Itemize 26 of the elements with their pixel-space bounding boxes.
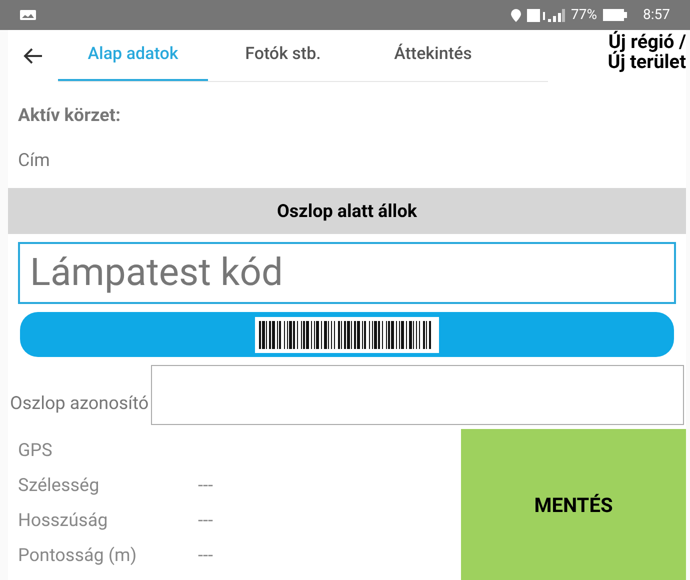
battery-icon: [603, 9, 627, 21]
gps-heading: GPS: [18, 439, 54, 463]
active-district-label: Aktív körzet:: [18, 104, 122, 128]
pole-id-label: Oszlop azonosító: [9, 392, 149, 416]
location-icon: [511, 8, 521, 22]
gps-label: Pontosság (m): [18, 544, 138, 568]
tab[interactable]: Fotók stb.: [208, 30, 358, 81]
gps-value: ---: [198, 509, 213, 533]
gps-label: Szélesség: [18, 474, 100, 498]
save-button[interactable]: MENTÉS: [461, 429, 686, 580]
battery-percent: 77%: [571, 6, 597, 24]
tab[interactable]: Áttekintés: [358, 30, 508, 81]
clock: 8:57: [643, 6, 670, 24]
signal-icon: [527, 8, 565, 22]
barcode-icon: [255, 316, 439, 352]
address-label: Cím: [18, 149, 51, 173]
lamp-code-field[interactable]: Lámpatest kód: [18, 242, 676, 304]
back-arrow-icon: [23, 48, 43, 64]
screen-title: Új régió /: [608, 32, 686, 52]
gps-value: ---: [198, 544, 213, 568]
barcode-scan-button[interactable]: [20, 312, 674, 357]
under-pole-button[interactable]: Oszlop alatt állok: [8, 188, 686, 234]
gps-label: Hosszúság: [18, 509, 109, 533]
pole-id-field[interactable]: [150, 365, 684, 425]
gps-value: ---: [198, 474, 213, 498]
screen-title: Új terület: [608, 52, 686, 72]
